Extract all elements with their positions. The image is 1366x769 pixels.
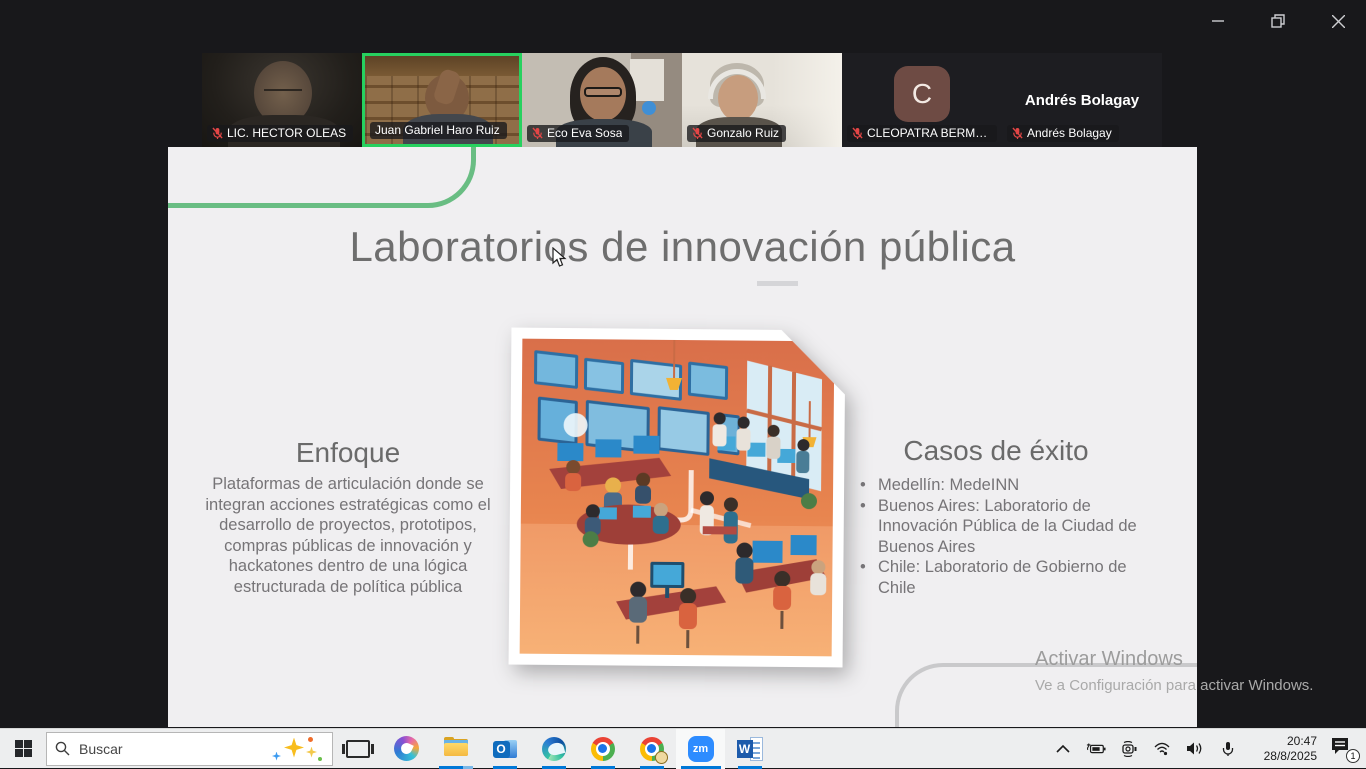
minimize-button[interactable] xyxy=(1200,6,1236,36)
participant-video-strip: LIC. HECTOR OLEAS Juan Gabriel Haro Ruiz… xyxy=(202,53,1162,147)
camera-in-use-icon[interactable] xyxy=(1119,738,1139,760)
casos-section: Casos de éxito Medellín: MedeINN Buenos … xyxy=(846,435,1146,599)
task-view-icon xyxy=(346,740,370,758)
task-view-button[interactable] xyxy=(333,729,382,769)
windows-activation-watermark: Activar Windows Ve a Configuración para … xyxy=(1035,648,1313,694)
muted-mic-icon xyxy=(212,127,223,140)
windows-logo-icon xyxy=(15,740,32,757)
muted-mic-icon xyxy=(1012,127,1023,140)
watermark-line1: Activar Windows xyxy=(1035,648,1313,671)
green-corner-decoration xyxy=(168,147,476,208)
enfoque-heading: Enfoque xyxy=(196,437,500,469)
close-button[interactable] xyxy=(1320,6,1356,36)
file-explorer-button[interactable] xyxy=(431,729,480,769)
search-placeholder: Buscar xyxy=(79,741,123,757)
participant-video[interactable]: LIC. HECTOR OLEAS xyxy=(202,53,362,147)
avatar: C xyxy=(894,66,950,122)
tray-expand-button[interactable] xyxy=(1053,738,1073,760)
innovation-lab-illustration xyxy=(509,328,846,668)
muted-mic-icon xyxy=(692,127,703,140)
participant-video[interactable]: Andrés Bolagay Andrés Bolagay xyxy=(1002,53,1162,147)
chrome-icon xyxy=(640,737,664,761)
participant-video[interactable]: Eco Eva Sosa xyxy=(522,53,682,147)
participant-name-tag: Andrés Bolagay xyxy=(1007,125,1119,142)
casos-item: Medellín: MedeINN xyxy=(860,475,1146,496)
participant-name-tag: Gonzalo Ruiz xyxy=(687,125,786,142)
shared-screen-slide: Laboratorios de innovación pública Enfoq… xyxy=(168,147,1197,727)
notification-count-badge: 1 xyxy=(1346,749,1360,763)
volume-icon[interactable] xyxy=(1185,738,1205,760)
search-icon xyxy=(55,741,70,756)
file-explorer-icon xyxy=(444,739,468,758)
participant-name-tag: CLEOPATRA BERMUD... xyxy=(847,125,997,142)
word-button[interactable]: W xyxy=(725,729,774,769)
copilot-icon xyxy=(394,736,419,761)
participant-video[interactable]: Gonzalo Ruiz xyxy=(682,53,842,147)
zoom-icon: zm xyxy=(688,736,714,762)
outlook-button[interactable]: O xyxy=(480,729,529,769)
muted-mic-icon xyxy=(852,127,863,140)
participant-name-tag: Eco Eva Sosa xyxy=(527,125,629,142)
slide-title: Laboratorios de innovación pública xyxy=(168,223,1197,271)
window-controls xyxy=(1200,0,1366,42)
participant-name-tag: Juan Gabriel Haro Ruiz xyxy=(370,122,507,139)
enfoque-body: Plataformas de articulación donde se int… xyxy=(196,474,500,598)
edge-icon xyxy=(542,737,566,761)
participant-video-active-speaker[interactable]: Juan Gabriel Haro Ruiz xyxy=(362,53,522,147)
watermark-line2: Ve a Configuración para activar Windows. xyxy=(1035,677,1313,694)
search-input[interactable]: Buscar xyxy=(46,732,333,766)
profile-badge-icon xyxy=(655,751,668,764)
clock[interactable]: 20:47 28/8/2025 xyxy=(1251,734,1317,764)
casos-list: Medellín: MedeINN Buenos Aires: Laborato… xyxy=(846,475,1146,599)
restore-button[interactable] xyxy=(1260,6,1296,36)
tray-date: 28/8/2025 xyxy=(1251,749,1317,764)
participant-name: CLEOPATRA BERMUD... xyxy=(867,126,990,140)
wifi-icon[interactable] xyxy=(1152,738,1172,760)
casos-item: Chile: Laboratorio de Gobierno de Chile xyxy=(860,557,1146,598)
copilot-button[interactable] xyxy=(382,729,431,769)
casos-heading: Casos de éxito xyxy=(846,435,1146,467)
participant-name-tag: LIC. HECTOR OLEAS xyxy=(207,125,353,142)
participant-name: LIC. HECTOR OLEAS xyxy=(227,126,346,140)
mouse-cursor xyxy=(552,247,568,269)
outlook-icon: O xyxy=(493,738,517,760)
enfoque-section: Enfoque Plataformas de articulación dond… xyxy=(196,437,500,598)
casos-item: Buenos Aires: Laboratorio de Innovación … xyxy=(860,496,1146,558)
participant-name: Gonzalo Ruiz xyxy=(707,126,779,140)
system-tray: 20:47 28/8/2025 1 xyxy=(1053,734,1366,764)
participant-name: Juan Gabriel Haro Ruiz xyxy=(375,123,500,137)
participant-name: Andrés Bolagay xyxy=(1027,126,1112,140)
tray-time: 20:47 xyxy=(1251,734,1317,749)
edge-button[interactable] xyxy=(529,729,578,769)
participant-video[interactable]: C CLEOPATRA BERMUD... xyxy=(842,53,1002,147)
title-underline-dash xyxy=(757,281,798,286)
taskbar: Buscar O xyxy=(0,728,1366,768)
chrome-profile-button[interactable] xyxy=(627,729,676,769)
battery-charging-icon[interactable] xyxy=(1086,738,1106,760)
participant-name: Eco Eva Sosa xyxy=(547,126,622,140)
start-button[interactable] xyxy=(0,729,46,769)
word-icon: W xyxy=(737,737,763,761)
zoom-app-button[interactable]: zm xyxy=(676,729,725,769)
chrome-icon xyxy=(591,737,615,761)
search-highlights-sparkle-icon xyxy=(270,734,324,764)
muted-mic-icon xyxy=(532,127,543,140)
chrome-button[interactable] xyxy=(578,729,627,769)
microphone-icon[interactable] xyxy=(1218,738,1238,760)
notification-center-button[interactable]: 1 xyxy=(1330,737,1356,761)
